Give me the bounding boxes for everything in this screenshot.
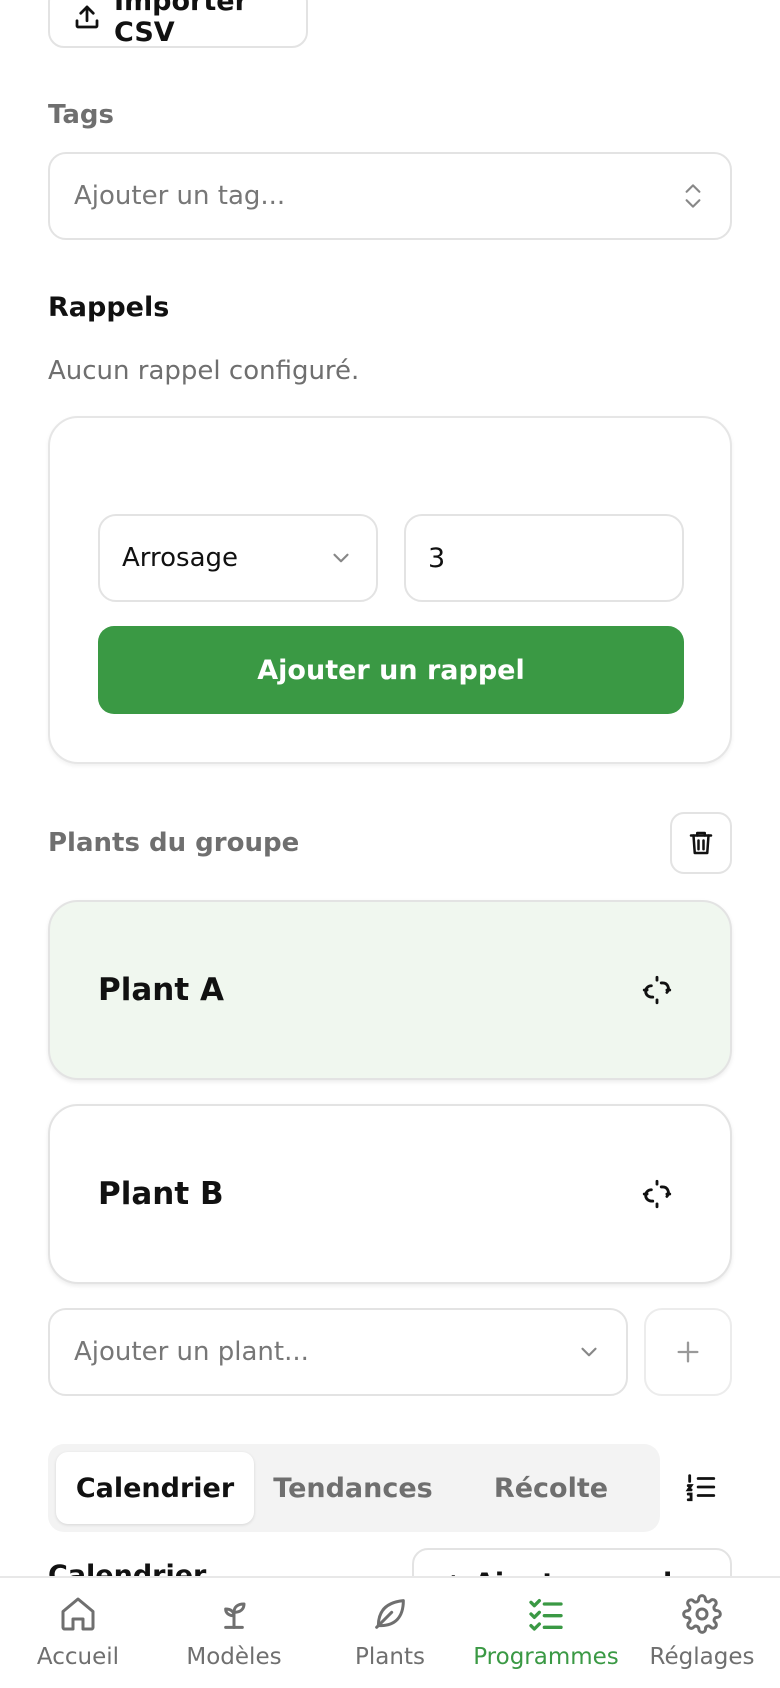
- view-tabs: Calendrier Tendances Récolte: [48, 1444, 660, 1532]
- plant-name: Plant B: [98, 1176, 224, 1212]
- chevron-down-icon: [333, 553, 349, 563]
- nav-label: Modèles: [186, 1644, 282, 1670]
- tags-label: Tags: [48, 100, 115, 130]
- chevron-down-icon: [581, 1347, 597, 1357]
- reminder-days-input[interactable]: [404, 514, 684, 602]
- chevron-up-down-icon: [685, 184, 701, 208]
- add-plant-button[interactable]: [644, 1308, 732, 1396]
- nav-label: Plants: [355, 1644, 425, 1670]
- sprout-icon: [224, 1602, 246, 1629]
- ordered-list-icon[interactable]: [684, 1470, 718, 1504]
- delete-group-button[interactable]: [670, 812, 732, 874]
- tab-calendrier[interactable]: Calendrier: [56, 1452, 254, 1524]
- nav-label: Programmes: [473, 1644, 619, 1670]
- reminder-type-select[interactable]: Arrosage: [98, 514, 378, 602]
- tab-tendances[interactable]: Tendances: [254, 1452, 452, 1524]
- import-csv-label: Importer CSV: [114, 0, 248, 48]
- group-plants-label: Plants du groupe: [48, 828, 300, 858]
- unlink-icon[interactable]: [640, 973, 674, 1007]
- nav-item-programmes[interactable]: Programmes: [468, 1578, 624, 1688]
- nav-item-reglages[interactable]: Réglages: [624, 1578, 780, 1688]
- checklist-icon: [529, 1599, 563, 1631]
- add-plant-select[interactable]: Ajouter un plant...: [48, 1308, 628, 1396]
- plant-name: Plant A: [98, 972, 224, 1008]
- home-icon: [61, 1597, 95, 1631]
- import-csv-button[interactable]: Importer CSV: [48, 0, 308, 48]
- nav-item-accueil[interactable]: Accueil: [0, 1578, 156, 1688]
- reminder-type-value: Arrosage: [122, 543, 239, 573]
- nav-item-modeles[interactable]: Modèles: [156, 1578, 312, 1688]
- nav-label: Accueil: [36, 1644, 120, 1670]
- plant-card[interactable]: Plant A: [48, 900, 732, 1080]
- plant-card[interactable]: Plant B: [48, 1104, 732, 1284]
- reminder-form-card: Arrosage Ajouter un rappel: [48, 416, 732, 764]
- upload-icon: [75, 5, 99, 29]
- leaf-icon: [375, 1599, 405, 1629]
- tag-select[interactable]: Ajouter un tag...: [48, 152, 732, 240]
- tab-recolte[interactable]: Récolte: [452, 1452, 650, 1524]
- trash-icon: [689, 831, 713, 855]
- unlink-icon[interactable]: [640, 1177, 674, 1211]
- add-plant-placeholder: Ajouter un plant...: [74, 1337, 309, 1367]
- nav-item-plants[interactable]: Plants: [312, 1578, 468, 1688]
- reminders-empty-text: Aucun rappel configuré.: [48, 356, 360, 386]
- tag-select-placeholder: Ajouter un tag...: [74, 181, 286, 211]
- reminders-title: Rappels: [48, 292, 170, 323]
- nav-label: Réglages: [649, 1644, 755, 1670]
- page: Importer CSV Tags Ajouter un tag... Rapp…: [0, 0, 780, 1688]
- gear-icon: [682, 1594, 722, 1634]
- plus-icon: [677, 1341, 699, 1363]
- bottom-nav: Accueil Modèles Plants Programmes Réglag…: [0, 1576, 780, 1688]
- add-reminder-button[interactable]: Ajouter un rappel: [98, 626, 684, 714]
